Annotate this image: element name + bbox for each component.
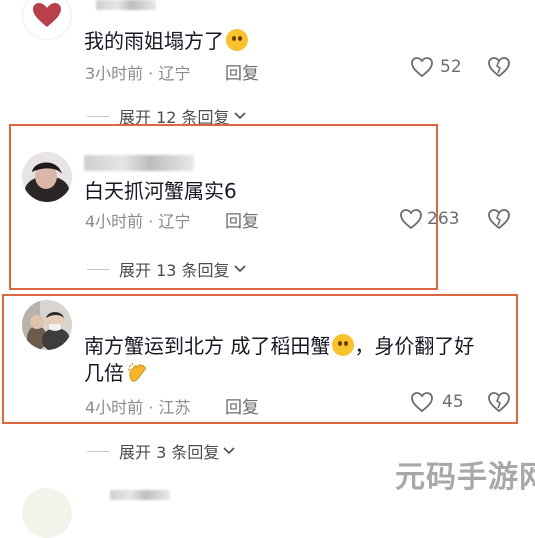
pleading-face-emoji-icon [226,29,248,51]
location: 辽宁 [158,64,191,83]
dislike-button[interactable] [487,56,511,82]
laughing-emoji-icon [332,334,355,356]
reply-button[interactable]: 回复 [225,393,259,418]
watermark: 元码手游网 [395,460,535,495]
reply-button[interactable]: 回复 [225,59,259,84]
broken-heart-icon [488,209,510,230]
broken-heart-icon [488,392,510,413]
clapping-hands-emoji-icon [126,361,148,383]
comment-meta: 4小时前 · 辽宁 [85,212,191,231]
comment-text: 南方蟹运到北方 成了稻田蟹 ，身价翻了好 [84,334,475,358]
timestamp: 3小时前 [85,64,144,83]
avatar[interactable] [22,488,72,538]
dislike-button[interactable] [487,208,511,234]
expand-replies-button[interactable]: 展开 3 条回复 [87,439,236,463]
like-button[interactable]: 263 [399,208,459,230]
avatar[interactable] [22,0,72,40]
broken-heart-icon [488,57,510,78]
profile-photo-icon [22,300,72,350]
timestamp: 4小时前 [85,398,144,417]
expand-replies-button[interactable]: 展开 13 条回复 [87,257,247,281]
location: 辽宁 [158,212,191,231]
divider [87,450,109,452]
divider [87,115,109,117]
divider [87,268,109,270]
like-count: 52 [440,57,462,77]
comment-text-line2: 几倍 [84,360,148,386]
like-button[interactable]: 45 [410,391,464,413]
comment-text: 我的雨姐塌方了 [84,28,248,54]
profile-photo-icon [22,152,72,202]
like-button[interactable]: 52 [410,56,462,78]
comment-meta: 3小时前 · 辽宁 [85,64,191,83]
like-count: 263 [427,209,460,229]
avatar[interactable] [22,152,72,202]
chevron-down-icon [233,265,246,273]
comment-text: 白天抓河蟹属实6 [84,179,237,203]
reply-button[interactable]: 回复 [225,207,259,232]
avatar[interactable] [22,300,72,350]
heart-icon [33,3,61,27]
username[interactable] [110,490,170,500]
timestamp: 4小时前 [85,212,144,231]
dislike-button[interactable] [487,391,511,417]
heart-outline-icon [411,57,433,78]
chevron-down-icon [233,112,246,120]
like-count: 45 [442,392,464,412]
comment-meta: 4小时前 · 江苏 [85,398,191,417]
chevron-down-icon [223,447,235,455]
location: 江苏 [158,398,191,417]
username[interactable] [96,0,156,10]
username[interactable] [84,155,194,171]
heart-outline-icon [411,392,433,413]
heart-outline-icon [400,209,422,230]
